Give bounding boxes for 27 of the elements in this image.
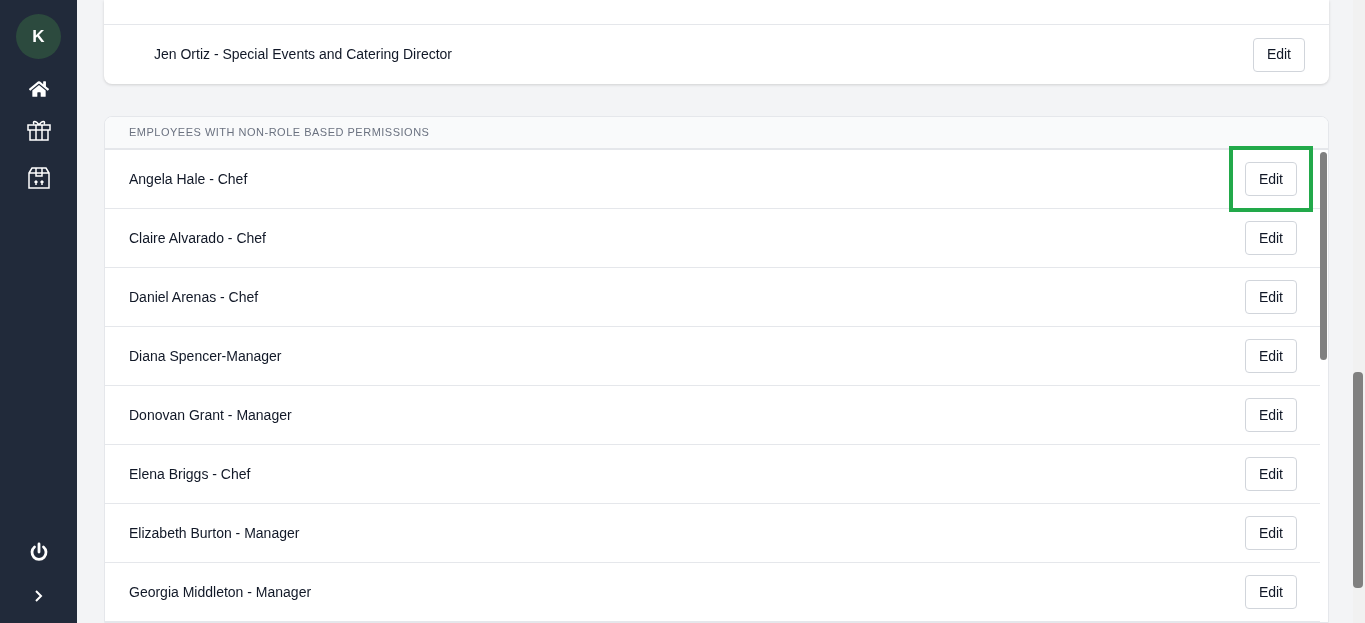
edit-button[interactable]: Edit	[1244, 221, 1297, 255]
avatar[interactable]: K	[16, 14, 61, 59]
inner-scrollbar[interactable]	[1320, 152, 1327, 360]
employee-label: Diana Spencer-Manager	[129, 346, 282, 366]
edit-button[interactable]: Edit	[1244, 280, 1297, 314]
edit-button[interactable]: Edit	[1244, 162, 1297, 196]
edit-button[interactable]: Edit	[1244, 516, 1297, 550]
page-scrollbar[interactable]	[1353, 372, 1363, 588]
home-icon[interactable]	[28, 79, 49, 99]
employee-label: Claire Alvarado - Chef	[129, 228, 266, 248]
chevron-right-icon[interactable]	[34, 589, 43, 603]
gift-icon[interactable]	[26, 119, 51, 141]
box-icon[interactable]	[26, 167, 51, 189]
edit-button[interactable]: Edit	[1244, 457, 1297, 491]
employee-label: Elena Briggs - Chef	[129, 464, 251, 484]
employee-label: Angela Hale - Chef	[129, 169, 248, 189]
employee-label: Elizabeth Burton - Manager	[129, 523, 300, 543]
employee-label: Georgia Middleton - Manager	[129, 582, 312, 602]
edit-button[interactable]: Edit	[1244, 339, 1297, 373]
edit-button[interactable]: Edit	[1252, 37, 1305, 72]
edit-button[interactable]: Edit	[1244, 575, 1297, 609]
edit-button[interactable]: Edit	[1244, 398, 1297, 432]
employee-label: Donovan Grant - Manager	[129, 405, 292, 425]
section-heading: EMPLOYEES WITH NON-ROLE BASED PERMISSIONS	[129, 125, 430, 141]
power-icon[interactable]	[28, 542, 49, 563]
role-member-label: Jen Ortiz - Special Events and Catering Director	[154, 45, 452, 64]
employee-label: Daniel Arenas - Chef	[129, 287, 259, 307]
